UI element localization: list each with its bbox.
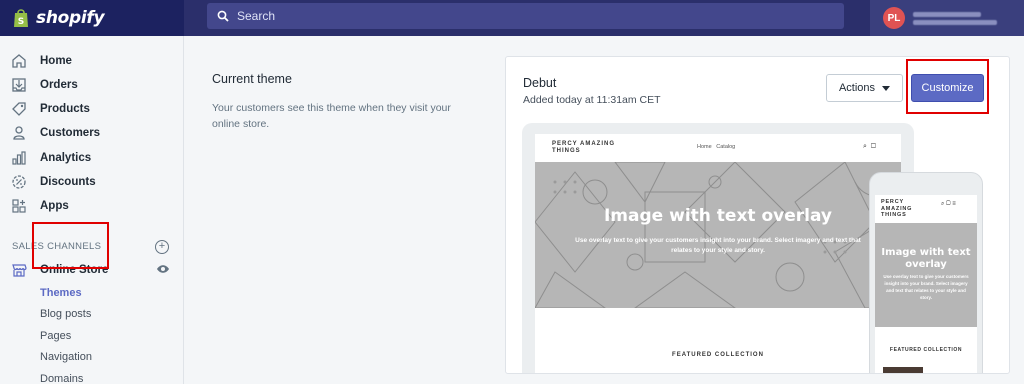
mobile-preview[interactable]: PERCY AMAZING THINGS ⌕ ▢ ≡ Image with te… (869, 172, 983, 373)
preview-search-cart-icons: ⌕ ▢ (863, 143, 877, 150)
actions-label: Actions (838, 82, 876, 94)
sub-item-domains[interactable]: Domains (40, 373, 83, 384)
caret-down-icon (882, 85, 891, 91)
preview-header: PERCY AMAZING THINGS Home Catalog ⌕ ▢ (535, 134, 901, 162)
search-placeholder: Search (237, 9, 276, 23)
sidebar-item-label: Products (40, 103, 90, 115)
avatar[interactable]: PL (883, 7, 905, 29)
preview-hero-title: Image with text overlay (603, 206, 832, 226)
bar-chart-icon (10, 149, 28, 167)
store-icon (10, 261, 28, 279)
user-menu[interactable]: PL (870, 0, 1024, 36)
sidebar-item-discounts[interactable]: Discounts (10, 172, 96, 192)
sidebar-item-analytics[interactable]: Analytics (10, 148, 91, 168)
eye-icon[interactable] (156, 264, 170, 274)
mobile-store-name: PERCY AMAZING THINGS (881, 199, 913, 218)
current-theme-title: Current theme (212, 72, 292, 86)
mobile-product-thumbnail (883, 367, 923, 373)
search-icon (217, 10, 229, 22)
desktop-preview[interactable]: PERCY AMAZING THINGS Home Catalog ⌕ ▢ Im… (522, 123, 914, 373)
sub-item-blog-posts[interactable]: Blog posts (40, 308, 91, 320)
apps-icon (10, 197, 28, 215)
top-bar: S shopify Search PL (0, 0, 1024, 36)
sidebar-item-apps[interactable]: Apps (10, 196, 69, 216)
current-theme-description: Your customers see this theme when they … (212, 102, 451, 130)
sidebar-item-label: Analytics (40, 152, 92, 164)
mobile-featured-collection: FEATURED COLLECTION (889, 347, 963, 353)
preview-store-name: PERCY AMAZING THINGS (552, 141, 616, 154)
mobile-hero-image: Image with text overlay Use overlay text… (875, 223, 977, 327)
shopify-bag-icon: S (14, 9, 28, 27)
sidebar-item-label: Apps (40, 200, 69, 212)
sidebar-item-label: Discounts (40, 176, 96, 188)
preview-nav-catalog: Catalog (716, 144, 736, 150)
sidebar-item-label: Customers (40, 127, 101, 139)
preview-nav: Home Catalog (697, 144, 735, 150)
mobile-hero-title: Image with text overlay (881, 247, 971, 270)
sidebar-item-orders[interactable]: Orders (10, 75, 78, 95)
sidebar: Home Orders Products Customers Analytics… (0, 36, 184, 384)
sidebar-item-products[interactable]: Products (10, 99, 90, 119)
sub-item-navigation[interactable]: Navigation (40, 351, 92, 363)
theme-name: Debut (523, 76, 557, 90)
person-icon (10, 124, 28, 142)
tag-icon (10, 100, 28, 118)
preview-hero-image: Image with text overlay Use overlay text… (535, 162, 901, 308)
highlight-box-customize (906, 59, 989, 114)
sub-item-pages[interactable]: Pages (40, 330, 71, 342)
sidebar-item-label: Home (40, 55, 72, 67)
preview-featured-collection: FEATURED COLLECTION (672, 352, 764, 358)
actions-button[interactable]: Actions (826, 74, 903, 102)
svg-text:S: S (18, 17, 24, 27)
brand-name: shopify (36, 8, 105, 28)
desktop-preview-screen: PERCY AMAZING THINGS Home Catalog ⌕ ▢ Im… (535, 134, 901, 373)
mobile-header-icons: ⌕ ▢ ≡ (941, 201, 956, 207)
mobile-hero-text: Use overlay text to give your customers … (883, 274, 969, 300)
add-channel-icon[interactable]: + (155, 240, 169, 254)
mobile-preview-screen: PERCY AMAZING THINGS ⌕ ▢ ≡ Image with te… (875, 195, 977, 373)
brand-logo[interactable]: S shopify (0, 0, 184, 36)
preview-nav-home: Home (697, 144, 712, 150)
sidebar-item-home[interactable]: Home (10, 51, 72, 71)
sidebar-item-label: Orders (40, 79, 78, 91)
orders-icon (10, 76, 28, 94)
top-bar-main: Search PL (184, 0, 1024, 36)
discount-icon (10, 173, 28, 191)
highlight-box-online-store (32, 222, 109, 269)
sidebar-item-customers[interactable]: Customers (10, 123, 100, 143)
theme-added-date: Added today at 11:31am CET (523, 94, 661, 106)
user-name-blurred (913, 11, 997, 25)
hero-pattern-icon (535, 162, 901, 308)
preview-hero-text: Use overlay text to give your customers … (575, 237, 861, 254)
search-input[interactable]: Search (207, 3, 844, 29)
home-icon (10, 52, 28, 70)
sub-item-themes[interactable]: Themes (40, 287, 82, 299)
